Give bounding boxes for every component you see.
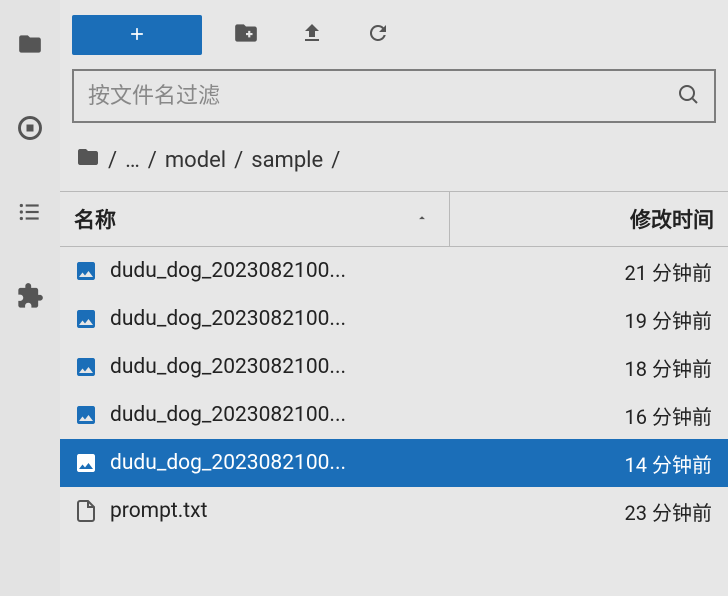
folder-icon [17,31,43,61]
breadcrumb-segment-model[interactable]: model [165,148,226,173]
breadcrumb: / … / model / sample / [60,137,728,191]
new-button[interactable] [72,15,202,55]
table-row[interactable]: prompt.txt 23 分钟前 [60,487,728,535]
list-icon [17,199,43,229]
image-file-icon [74,307,98,331]
file-name: dudu_dog_2023082100... [110,451,346,475]
upload-button[interactable] [290,15,334,55]
file-mtime: 18 分钟前 [450,353,714,382]
sort-ascending-icon [415,207,429,231]
table-row[interactable]: dudu_dog_2023082100... 14 分钟前 [60,439,728,487]
new-folder-button[interactable] [224,15,268,55]
image-file-icon [74,259,98,283]
file-name: dudu_dog_2023082100... [110,307,346,331]
file-mtime: 23 分钟前 [450,497,714,526]
folder-icon[interactable] [76,145,100,175]
breadcrumb-ellipsis[interactable]: … [125,148,140,173]
sidebar-item-running[interactable] [12,112,48,148]
file-name: dudu_dog_2023082100... [110,355,346,379]
main-panel: / … / model / sample / 名称 修改时间 dudu_dog_… [60,0,728,596]
table-header: 名称 修改时间 [60,192,728,247]
table-body: dudu_dog_2023082100...21 分钟前dudu_dog_202… [60,247,728,535]
file-name: dudu_dog_2023082100... [110,403,346,427]
breadcrumb-sep: / [148,148,157,173]
table-row[interactable]: dudu_dog_2023082100... 16 分钟前 [60,391,728,439]
table-row[interactable]: dudu_dog_2023082100... 18 分钟前 [60,343,728,391]
column-header-name[interactable]: 名称 [60,192,450,246]
file-table: 名称 修改时间 dudu_dog_2023082100...21 分钟前dudu… [60,191,728,596]
refresh-button[interactable] [356,15,400,55]
sidebar-item-folder[interactable] [12,28,48,64]
image-file-icon [74,451,98,475]
sidebar-item-extensions[interactable] [12,280,48,316]
breadcrumb-sep: / [234,148,243,173]
column-mtime-label: 修改时间 [630,204,714,234]
table-row[interactable]: dudu_dog_2023082100... 21 分钟前 [60,247,728,295]
file-mtime: 19 分钟前 [450,305,714,334]
file-name: prompt.txt [110,499,207,523]
file-mtime: 21 分钟前 [450,257,714,286]
toolbar [60,0,728,65]
upload-icon [300,21,324,49]
plus-icon [127,24,147,47]
breadcrumb-segment-sample[interactable]: sample [251,148,323,173]
file-mtime: 16 分钟前 [450,401,714,430]
puzzle-icon [16,282,44,314]
stop-circle-icon [16,114,44,146]
refresh-icon [366,21,390,49]
column-name-label: 名称 [74,204,116,234]
new-folder-icon [233,20,259,50]
text-file-icon [74,499,98,523]
sidebar [0,0,60,596]
sidebar-item-list[interactable] [12,196,48,232]
breadcrumb-sep: / [331,148,340,173]
table-row[interactable]: dudu_dog_2023082100... 19 分钟前 [60,295,728,343]
column-header-mtime[interactable]: 修改时间 [450,192,728,246]
breadcrumb-sep: / [108,148,117,173]
filter-box[interactable] [72,69,716,123]
file-mtime: 14 分钟前 [450,449,714,478]
search-icon [676,82,700,110]
image-file-icon [74,403,98,427]
image-file-icon [74,355,98,379]
file-name: dudu_dog_2023082100... [110,259,346,283]
filter-input[interactable] [88,83,676,109]
